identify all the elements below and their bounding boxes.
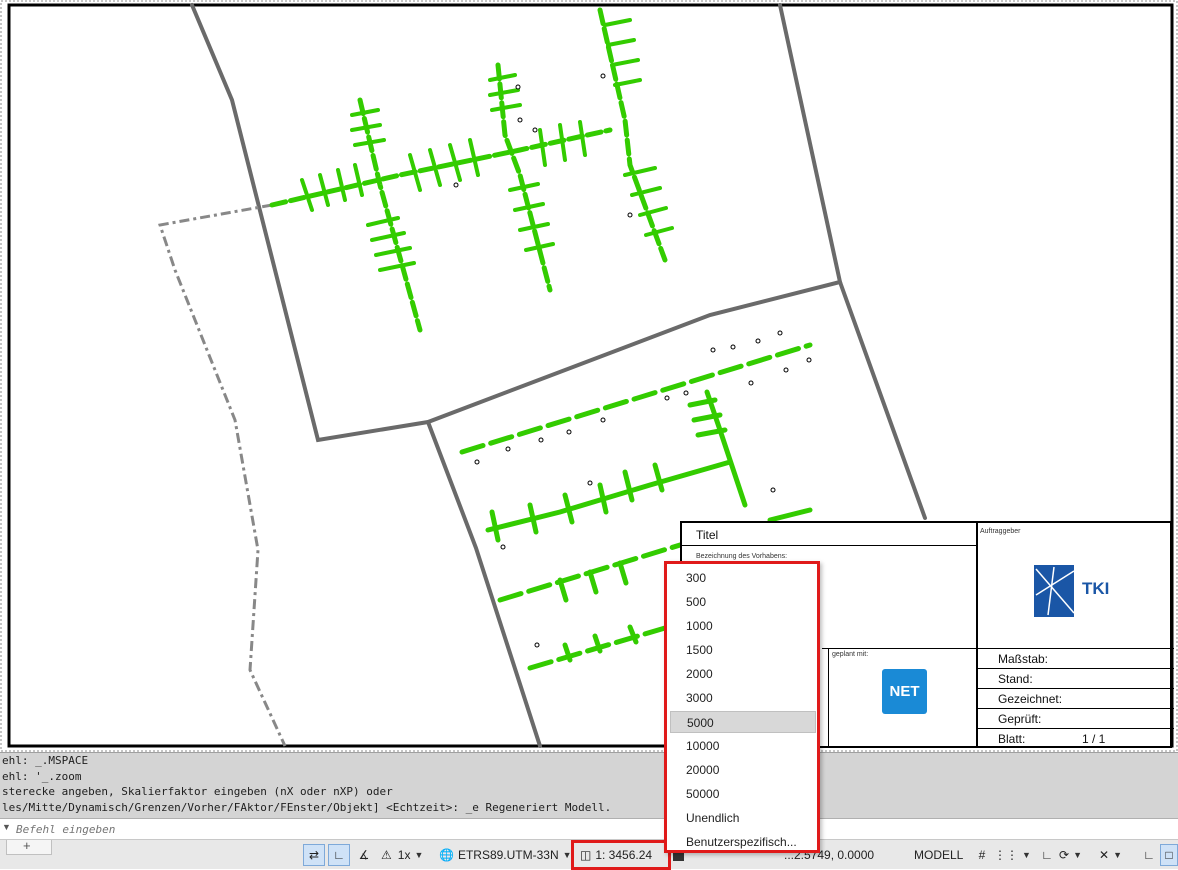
drawing-canvas[interactable]: Titel Bezeichnung des Vorhabens: Auftrag… bbox=[0, 0, 1178, 752]
chevron-down-icon: ▼ bbox=[1073, 850, 1082, 860]
annotation-visibility-button[interactable]: ∡ bbox=[353, 844, 375, 866]
geplant-label: geplant mit: bbox=[832, 651, 869, 658]
snap-icon: ⋮⋮ bbox=[994, 848, 1018, 862]
scale-option[interactable]: Unendlich bbox=[670, 807, 816, 829]
scale-dropdown-menu: 300 500 1000 1500 2000 3000 5000 10000 2… bbox=[664, 561, 820, 853]
scale-value: 1: 3456.24 bbox=[595, 848, 653, 862]
scale-option[interactable]: 3000 bbox=[670, 687, 816, 709]
grid-icon: # bbox=[978, 848, 986, 862]
polar-button[interactable]: ⟳ ▼ bbox=[1058, 844, 1096, 866]
title-block-divider-h1 bbox=[682, 545, 976, 546]
scale-option[interactable]: Benutzerspezifisch... bbox=[670, 831, 816, 853]
net-logo: NET bbox=[882, 669, 927, 714]
model-toggle-icon: ⇄ bbox=[308, 848, 320, 862]
net-logo-text: NET bbox=[889, 683, 920, 700]
blatt-label: Blatt: bbox=[998, 732, 1026, 746]
command-history-line: ehl: _.MSPACE bbox=[2, 754, 89, 767]
green-branches-upper bbox=[300, 18, 674, 272]
status-bar: + ⇄ ∟ ∡ ⚠ 1x ▼ 🌐 ETRS89.UTM-33N ▼ ◫ 1: 3… bbox=[0, 838, 1178, 870]
scale-option[interactable]: 1000 bbox=[670, 615, 816, 637]
chevron-down-icon: ▼ bbox=[1022, 850, 1031, 860]
polar-icon: ⟳ bbox=[1059, 848, 1070, 862]
isodraft-button[interactable]: ✕ ▼ bbox=[1098, 844, 1136, 866]
scale-option-selected[interactable]: 5000 bbox=[670, 711, 816, 733]
command-prompt-icon[interactable]: ▼ bbox=[2, 822, 11, 832]
add-layout-button[interactable]: + bbox=[23, 838, 31, 853]
ortho-mode-icon: ∟ bbox=[1041, 848, 1053, 862]
model-space-button[interactable]: MODELL bbox=[913, 844, 967, 866]
massstab-label: Maßstab: bbox=[998, 652, 1049, 666]
warning-icon: ⚠ bbox=[381, 848, 392, 862]
blatt-value: 1 / 1 bbox=[1082, 732, 1106, 746]
green-network-upper bbox=[269, 7, 668, 333]
gezeichnet-label: Gezeichnet: bbox=[998, 692, 1063, 706]
layout-tab-add: + bbox=[6, 838, 52, 855]
globe-icon: 🌐 bbox=[439, 848, 454, 862]
auftraggeber-label: Auftraggeber bbox=[980, 528, 1021, 535]
title-block-row-line bbox=[978, 688, 1174, 689]
command-history: ehl: _.MSPACE ehl: '_.zoom sterecke ange… bbox=[0, 752, 1178, 819]
vorhaben-label: Bezeichnung des Vorhabens: bbox=[696, 553, 788, 560]
scale-option[interactable]: 2000 bbox=[670, 663, 816, 685]
customize-button[interactable]: □ bbox=[1160, 844, 1178, 866]
command-input[interactable] bbox=[14, 820, 1168, 838]
scale-option[interactable]: 500 bbox=[670, 591, 816, 613]
chevron-down-icon: ▼ bbox=[1113, 850, 1122, 860]
ortho-button[interactable]: ∟ bbox=[328, 844, 350, 866]
coordinate-system-value: ETRS89.UTM-33N bbox=[457, 848, 559, 862]
object-snap-button[interactable]: ∟ bbox=[1138, 844, 1160, 866]
chevron-down-icon: ▼ bbox=[414, 850, 424, 860]
annotation-scale-value: 1x bbox=[397, 848, 411, 862]
scale-option[interactable]: 1500 bbox=[670, 639, 816, 661]
customize-icon: □ bbox=[1165, 848, 1173, 862]
model-space-label: MODELL bbox=[914, 848, 964, 862]
stand-label: Stand: bbox=[998, 672, 1033, 686]
title-block-row-line bbox=[978, 668, 1174, 669]
scale-option[interactable]: 50000 bbox=[670, 783, 816, 805]
scale-option[interactable]: 10000 bbox=[670, 735, 816, 757]
scale-icon: ◫ bbox=[580, 848, 592, 862]
scale-option[interactable]: 300 bbox=[670, 567, 816, 589]
geprueft-label: Geprüft: bbox=[998, 712, 1042, 726]
command-history-line: sterecke angeben, Skalierfaktor eingeben… bbox=[2, 785, 393, 798]
titel-label: Titel bbox=[696, 528, 719, 542]
command-history-line: ehl: '_.zoom bbox=[2, 769, 82, 783]
scale-option[interactable]: 20000 bbox=[670, 759, 816, 781]
object-snap-icon: ∟ bbox=[1143, 848, 1155, 862]
coordinate-system-button[interactable]: 🌐 ETRS89.UTM-33N ▼ bbox=[438, 844, 574, 866]
scale-button[interactable]: ◫ 1: 3456.24 bbox=[571, 840, 671, 870]
title-block-divider-h2 bbox=[822, 648, 1174, 649]
command-history-line: les/Mitte/Dynamisch/Grenzen/Vorher/FAkto… bbox=[2, 800, 612, 814]
isodraft-icon: ✕ bbox=[1099, 848, 1110, 862]
annotation-scale-button[interactable]: ⚠ 1x ▼ bbox=[380, 844, 434, 866]
title-block-row-line bbox=[978, 728, 1174, 729]
model-toggle-button[interactable]: ⇄ bbox=[303, 844, 325, 866]
annotation-visibility-icon: ∡ bbox=[358, 848, 370, 862]
title-block-divider-v bbox=[976, 523, 978, 748]
title-block-divider-v2 bbox=[828, 648, 829, 748]
command-input-bar: ▼ bbox=[0, 818, 1178, 840]
grid-button[interactable]: # bbox=[971, 844, 993, 866]
client-logo: TKI bbox=[1034, 565, 1120, 617]
title-block-row-line bbox=[978, 708, 1174, 709]
ortho-mode-button[interactable]: ∟ bbox=[1036, 844, 1058, 866]
ortho-icon: ∟ bbox=[333, 848, 345, 862]
client-logo-text: TKI bbox=[1082, 579, 1110, 598]
snap-button[interactable]: ⋮⋮ ▼ bbox=[993, 844, 1031, 866]
dashdot-line bbox=[158, 203, 287, 747]
